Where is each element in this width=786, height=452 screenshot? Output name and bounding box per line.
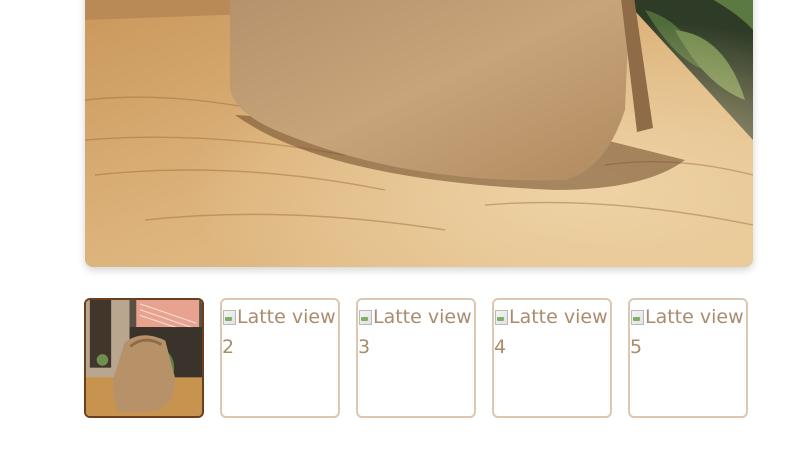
- product-gallery: Latte view 2 Latte view 3 Latte view 4 L…: [0, 0, 786, 452]
- broken-image-alt: Latte view 5: [630, 300, 746, 362]
- thumbnail-3[interactable]: Latte view 3: [356, 298, 476, 418]
- broken-image-alt: Latte view 4: [494, 300, 610, 362]
- broken-image-alt: Latte view 2: [222, 300, 338, 362]
- broken-image-icon: [358, 309, 372, 325]
- thumbnail-strip: Latte view 2 Latte view 3 Latte view 4 L…: [84, 298, 748, 418]
- thumbnail-2[interactable]: Latte view 2: [220, 298, 340, 418]
- thumbnail-alt-text: Latte view 5: [630, 306, 744, 358]
- main-product-image[interactable]: [85, 0, 753, 267]
- thumbnail-alt-text: Latte view 3: [358, 306, 472, 358]
- handbag-photo: [85, 0, 753, 267]
- broken-image-icon: [630, 309, 644, 325]
- thumbnail-4[interactable]: Latte view 4: [492, 298, 612, 418]
- thumbnail-alt-text: Latte view 2: [222, 306, 336, 358]
- thumbnail-alt-text: Latte view 4: [494, 306, 608, 358]
- broken-image-icon: [494, 309, 508, 325]
- broken-image-icon: [222, 309, 236, 325]
- thumbnail-1[interactable]: [84, 298, 204, 418]
- thumbnail-5[interactable]: Latte view 5: [628, 298, 748, 418]
- handbag-thumbnail-photo: [86, 300, 202, 416]
- broken-image-alt: Latte view 3: [358, 300, 474, 362]
